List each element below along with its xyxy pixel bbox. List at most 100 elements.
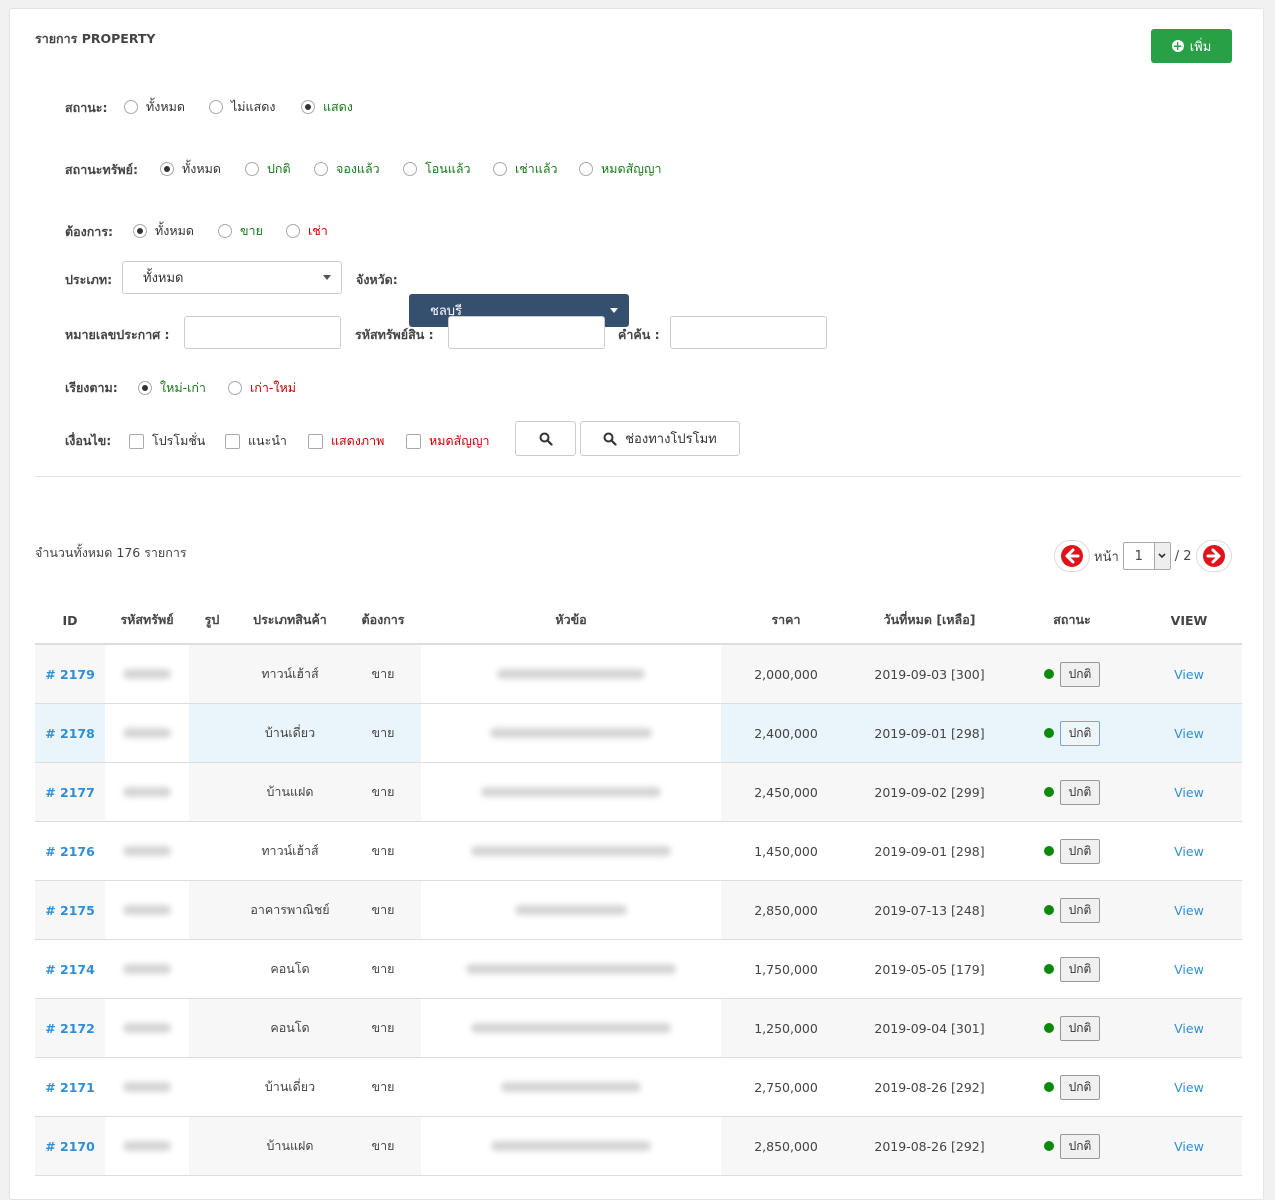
type-cell: คอนโด [235, 998, 345, 1058]
view-link[interactable]: View [1174, 726, 1204, 741]
radio-option[interactable]: ไม่แสดง [209, 97, 275, 117]
id-link[interactable]: # 2174 [45, 962, 95, 977]
id-link[interactable]: # 2175 [45, 903, 95, 918]
status-badge[interactable]: ปกติ [1059, 661, 1101, 687]
view-link[interactable]: View [1174, 1080, 1204, 1095]
asset-code-cell [105, 998, 189, 1058]
status-badge[interactable]: ปกติ [1059, 838, 1101, 864]
pagination: หน้า 1 / 2 [1054, 540, 1232, 572]
id-link[interactable]: # 2171 [45, 1080, 95, 1095]
subject-cell [421, 1116, 721, 1176]
view-link[interactable]: View [1174, 1139, 1204, 1154]
id-link[interactable]: # 2179 [45, 667, 95, 682]
radio-option[interactable]: จองแล้ว [314, 159, 380, 179]
next-page-button[interactable] [1195, 540, 1232, 572]
checkbox-option[interactable]: แสดงภาพ [308, 431, 384, 451]
status-badge[interactable]: ปกติ [1059, 897, 1101, 923]
radio-option[interactable]: ใหม่-เก่า [138, 378, 206, 398]
id-link[interactable]: # 2172 [45, 1021, 95, 1036]
view-link[interactable]: View [1174, 785, 1204, 800]
caret-down-icon [610, 308, 618, 313]
caret-down-icon [323, 275, 331, 280]
view-link[interactable]: View [1174, 903, 1204, 918]
subject-cell [421, 1057, 721, 1117]
radio-option[interactable]: ทั้งหมด [124, 97, 185, 117]
option-label: ไม่แสดง [231, 99, 276, 114]
status-badge[interactable]: ปกติ [1059, 720, 1101, 746]
prev-page-button[interactable] [1054, 540, 1090, 572]
radio-button[interactable] [133, 224, 147, 238]
radio-option[interactable]: ขาย [218, 221, 263, 241]
redacted-subject [491, 1140, 651, 1151]
id-cell: # 2177 [35, 762, 105, 822]
id-link[interactable]: # 2178 [45, 726, 95, 741]
status-dot-icon [1043, 1141, 1054, 1151]
checkbox[interactable] [406, 433, 421, 449]
radio-button[interactable] [160, 162, 174, 176]
view-link[interactable]: View [1174, 962, 1204, 977]
radio-option[interactable]: เช่าแล้ว [493, 159, 558, 179]
status-badge[interactable]: ปกติ [1059, 1133, 1101, 1159]
keyword-input[interactable] [670, 316, 827, 349]
page-select[interactable]: 1 [1122, 542, 1171, 570]
option-label: ทั้งหมด [146, 99, 185, 114]
radio-button[interactable] [493, 162, 507, 176]
radio-button[interactable] [218, 224, 232, 238]
radio-option[interactable]: หมดสัญญา [579, 159, 662, 179]
radio-button[interactable] [138, 381, 152, 395]
search-button[interactable] [515, 421, 576, 456]
type-cell: บ้านเดี่ยว [235, 703, 345, 763]
radio-button[interactable] [209, 100, 223, 114]
radio-button[interactable] [245, 162, 259, 176]
radio-option[interactable]: แสดง [301, 97, 353, 117]
status-badge[interactable]: ปกติ [1059, 956, 1101, 982]
status-badge[interactable]: ปกติ [1059, 1074, 1101, 1100]
status-cell: ปกติ [1008, 821, 1136, 881]
view-link[interactable]: View [1174, 844, 1204, 859]
view-cell: View [1136, 998, 1242, 1058]
checkbox[interactable] [225, 433, 240, 449]
radio-button[interactable] [286, 224, 300, 238]
checkbox-option[interactable]: โปรโมชั่น [129, 431, 205, 451]
id-link[interactable]: # 2176 [45, 844, 95, 859]
checkbox-option[interactable]: แนะนำ [225, 431, 287, 451]
id-link[interactable]: # 2177 [45, 785, 95, 800]
table-header-row: ID รหัสทรัพย์ รูป ประเภทสินค้า ต้องการ หัวข้อ… [35, 597, 1242, 645]
type-select[interactable]: ทั้งหมด [122, 261, 342, 294]
asset-code-cell [105, 939, 189, 999]
radio-button[interactable] [314, 162, 328, 176]
radio-button[interactable] [228, 381, 242, 395]
radio-option[interactable]: ปกติ [245, 159, 291, 179]
radio-button[interactable] [403, 162, 417, 176]
promo-channel-button[interactable]: ช่องทางโปรโมท [580, 421, 740, 456]
add-button[interactable]: + เพิ่ม [1151, 29, 1232, 63]
asset-status-label: สถานะทรัพย์: [65, 162, 138, 177]
want-cell: ขาย [345, 1116, 421, 1176]
redacted-subject [466, 963, 676, 974]
radio-button[interactable] [579, 162, 593, 176]
status-dot-icon [1043, 905, 1054, 915]
option-label: ขาย [240, 223, 263, 238]
radio-option[interactable]: ทั้งหมด [160, 159, 221, 179]
checkbox[interactable] [308, 433, 323, 449]
view-link[interactable]: View [1174, 667, 1204, 682]
view-link[interactable]: View [1174, 1021, 1204, 1036]
subject-cell [421, 821, 721, 881]
price-cell: 2,000,000 [721, 644, 851, 704]
asset-code-input[interactable] [448, 316, 605, 349]
status-badge[interactable]: ปกติ [1059, 1015, 1101, 1041]
id-link[interactable]: # 2170 [45, 1139, 95, 1154]
checkbox-option[interactable]: หมดสัญญา [406, 431, 490, 451]
radio-option[interactable]: เช่า [286, 221, 328, 241]
checkbox[interactable] [129, 433, 144, 449]
radio-button[interactable] [301, 100, 315, 114]
price-cell: 2,400,000 [721, 703, 851, 763]
price-cell: 2,450,000 [721, 762, 851, 822]
radio-option[interactable]: โอนแล้ว [403, 159, 471, 179]
radio-button[interactable] [124, 100, 138, 114]
radio-option[interactable]: เก่า-ใหม่ [228, 378, 296, 398]
option-label: โปรโมชั่น [152, 433, 206, 448]
ad-number-input[interactable] [184, 316, 341, 349]
status-badge[interactable]: ปกติ [1059, 779, 1101, 805]
radio-option[interactable]: ทั้งหมด [133, 221, 194, 241]
